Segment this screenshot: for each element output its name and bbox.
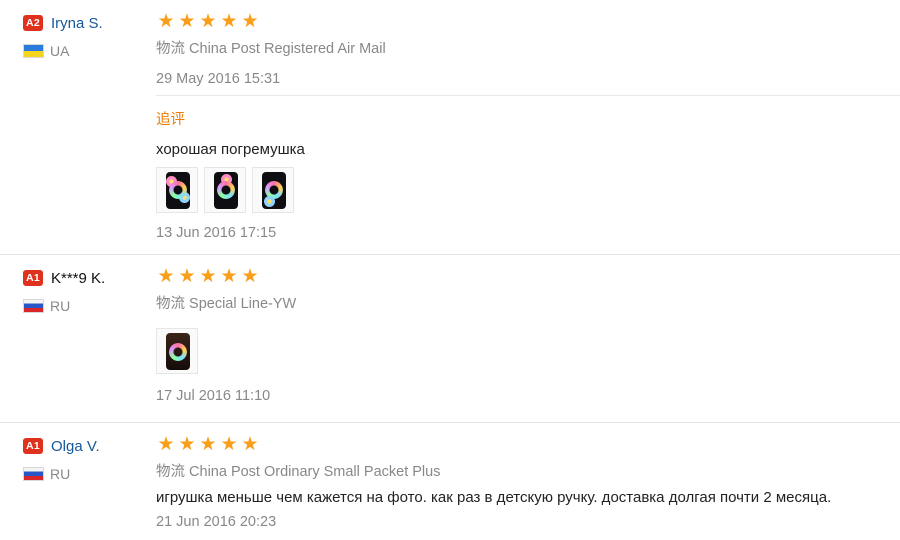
reviewer-info: A2 Iryna S. UA	[23, 13, 143, 61]
reviewer-name-link[interactable]: Olga V.	[51, 438, 100, 455]
review-date: 17 Jul 2016 11:10	[156, 388, 271, 404]
reviewer-info: A1 Olga V. RU	[23, 436, 143, 484]
star-icon: ★	[199, 266, 217, 287]
star-icon: ★	[199, 434, 217, 455]
reviewer-country: RU	[50, 298, 71, 314]
ua-flag-icon	[23, 44, 44, 58]
review-divider	[0, 422, 900, 423]
review-photo-thumbnail[interactable]	[156, 328, 198, 374]
star-icon: ★	[220, 11, 238, 32]
review-photo-thumbnail[interactable]	[252, 167, 294, 213]
ru-flag-icon	[23, 467, 44, 481]
review-date: 29 May 2016 15:31	[156, 71, 281, 87]
star-icon: ★	[241, 434, 259, 455]
star-icon: ★	[157, 11, 175, 32]
star-icon: ★	[178, 11, 196, 32]
star-icon: ★	[178, 434, 196, 455]
reviewer-info: A1 K***9 K. RU	[23, 268, 143, 316]
rating-stars: ★ ★ ★ ★ ★	[156, 434, 900, 455]
followup-text: хорошая погремушка	[156, 141, 305, 158]
review-date: 21 Jun 2016 20:23	[156, 514, 277, 530]
star-icon: ★	[241, 266, 259, 287]
followup-separator	[156, 95, 900, 96]
buyer-level-badge: A1	[23, 438, 43, 454]
reviewer-name: K***9 K.	[51, 269, 106, 287]
buyer-level-badge: A2	[23, 15, 43, 31]
buyer-level-badge: A1	[23, 270, 43, 286]
review-photo-thumbnail[interactable]	[156, 167, 198, 213]
review-photo-thumbnail[interactable]	[204, 167, 246, 213]
review-photos	[156, 167, 900, 213]
rating-stars: ★ ★ ★ ★ ★	[156, 11, 900, 32]
star-icon: ★	[220, 266, 238, 287]
reviewer-country: RU	[50, 466, 71, 482]
review-text: игрушка меньше чем кажется на фото. как …	[156, 489, 832, 506]
review-divider	[0, 254, 900, 255]
followup-label: 追评	[156, 112, 185, 128]
review-photos	[156, 328, 900, 374]
rating-stars: ★ ★ ★ ★ ★	[156, 266, 900, 287]
star-icon: ★	[220, 434, 238, 455]
ru-flag-icon	[23, 299, 44, 313]
shipping-method: 物流 Special Line-YW	[156, 296, 297, 312]
reviewer-name-link[interactable]: Iryna S.	[51, 15, 103, 32]
followup-date: 13 Jun 2016 17:15	[156, 225, 277, 241]
star-icon: ★	[157, 434, 175, 455]
star-icon: ★	[199, 11, 217, 32]
followup-review: 追评 хорошая погремушка 13 Jun 2016 17:15	[156, 108, 900, 241]
star-icon: ★	[241, 11, 259, 32]
shipping-method: 物流 China Post Ordinary Small Packet Plus	[156, 464, 441, 480]
shipping-method: 物流 China Post Registered Air Mail	[156, 41, 386, 57]
star-icon: ★	[178, 266, 196, 287]
reviewer-country: UA	[50, 43, 70, 59]
star-icon: ★	[157, 266, 175, 287]
